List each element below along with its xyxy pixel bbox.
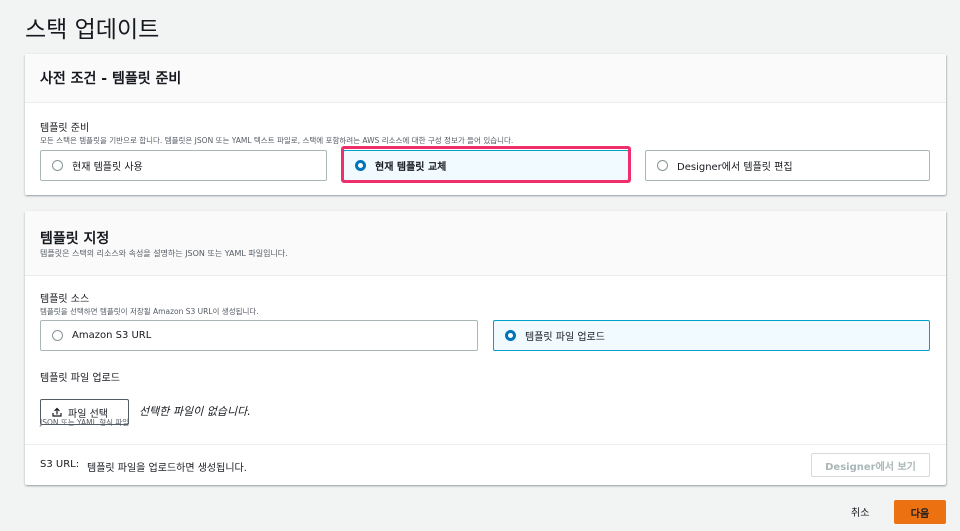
specify-template-title: 템플릿 지정 — [40, 231, 110, 247]
prereq-panel-header: 사전 조건 - 템플릿 준비 — [25, 54, 946, 103]
template-source-label: 템플릿 소스 — [40, 294, 90, 305]
no-file-text: 선택한 파일이 없습니다. — [139, 405, 251, 418]
option-use-current-template[interactable]: 현재 템플릿 사용 — [40, 150, 327, 181]
s3-url-value: 템플릿 파일을 업로드하면 생성됩니다. — [87, 463, 247, 474]
option-label: 현재 템플릿 사용 — [72, 162, 143, 173]
next-button[interactable]: 다음 — [894, 500, 946, 524]
upload-icon — [52, 407, 62, 417]
page-title: 스택 업데이트 — [25, 17, 160, 43]
prepare-template-desc: 모든 스택은 템플릿을 기반으로 합니다. 템플릿은 JSON 또는 YAML … — [40, 136, 514, 145]
view-in-designer-button[interactable]: Designer에서 보기 — [811, 453, 930, 477]
specify-template-desc: 템플릿은 스택의 리소스와 속성을 설명하는 JSON 또는 YAML 파일입니… — [40, 249, 288, 258]
option-amazon-s3-url[interactable]: Amazon S3 URL — [40, 320, 478, 351]
s3-url-row: S3 URL: 템플릿 파일을 업로드하면 생성됩니다. Designer에서 … — [25, 444, 946, 485]
option-label: 템플릿 파일 업로드 — [525, 332, 605, 343]
radio-use-current-template[interactable] — [52, 160, 63, 171]
option-edit-in-designer[interactable]: Designer에서 템플릿 편집 — [645, 150, 930, 181]
highlight-box — [341, 146, 631, 183]
radio-edit-in-designer[interactable] — [657, 160, 668, 171]
upload-template-label: 템플릿 파일 업로드 — [40, 373, 120, 384]
s3-url-label: S3 URL: — [40, 459, 80, 470]
specify-template-header: 템플릿 지정 템플릿은 스택의 리소스와 속성을 설명하는 JSON 또는 YA… — [25, 211, 946, 276]
prereq-panel: 사전 조건 - 템플릿 준비 템플릿 준비 모든 스택은 템플릿을 기반으로 합… — [25, 54, 946, 195]
cancel-button[interactable]: 취소 — [851, 504, 869, 519]
template-source-desc: 템플릿을 선택하면 템플릿이 저장될 Amazon S3 URL이 생성됩니다. — [40, 307, 259, 316]
upload-hint: JSON 또는 YAML 형식 파일 — [40, 418, 130, 427]
radio-upload-template-file[interactable] — [505, 330, 516, 341]
radio-amazon-s3-url[interactable] — [52, 330, 63, 341]
prereq-panel-title: 사전 조건 - 템플릿 준비 — [40, 71, 182, 87]
option-label: Amazon S3 URL — [72, 330, 152, 341]
option-label: Designer에서 템플릿 편집 — [677, 162, 793, 173]
prepare-template-label: 템플릿 준비 — [40, 123, 90, 134]
specify-template-panel: 템플릿 지정 템플릿은 스택의 리소스와 속성을 설명하는 JSON 또는 YA… — [25, 211, 946, 485]
option-upload-template-file[interactable]: 템플릿 파일 업로드 — [493, 320, 930, 351]
